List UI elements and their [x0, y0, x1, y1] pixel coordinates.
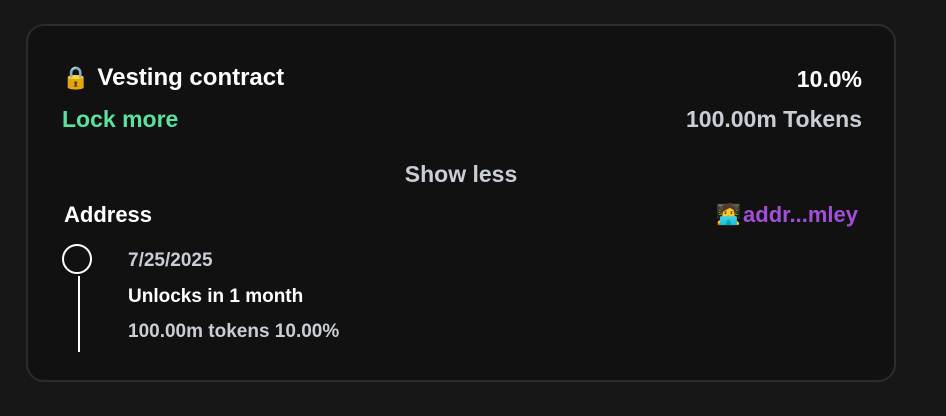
- timeline-dot: [62, 244, 92, 274]
- timeline-line: [78, 276, 80, 352]
- card-title-row: 🔒 Vesting contract: [62, 64, 284, 92]
- show-less-button[interactable]: Show less: [28, 161, 894, 188]
- lock-icon: 🔒: [62, 65, 90, 90]
- unlock-amount: 100.00m tokens 10.00%: [128, 321, 340, 342]
- card-title: Vesting contract: [97, 64, 285, 91]
- unlock-date: 7/25/2025: [128, 250, 213, 271]
- lock-more-link[interactable]: Lock more: [62, 106, 178, 133]
- unlock-title: Unlocks in 1 month: [128, 286, 304, 307]
- address-label: Address: [64, 202, 153, 227]
- vesting-percent: 10.0%: [796, 66, 862, 92]
- address-link[interactable]: 🧑‍💻 addr...mley: [716, 202, 858, 228]
- address-text: addr...mley: [743, 202, 858, 227]
- technologist-icon: 🧑‍💻: [716, 204, 742, 226]
- token-amount: 100.00m Tokens: [685, 106, 862, 132]
- vesting-card: 🔒 Vesting contract 10.0% Lock more 100.0…: [26, 24, 896, 382]
